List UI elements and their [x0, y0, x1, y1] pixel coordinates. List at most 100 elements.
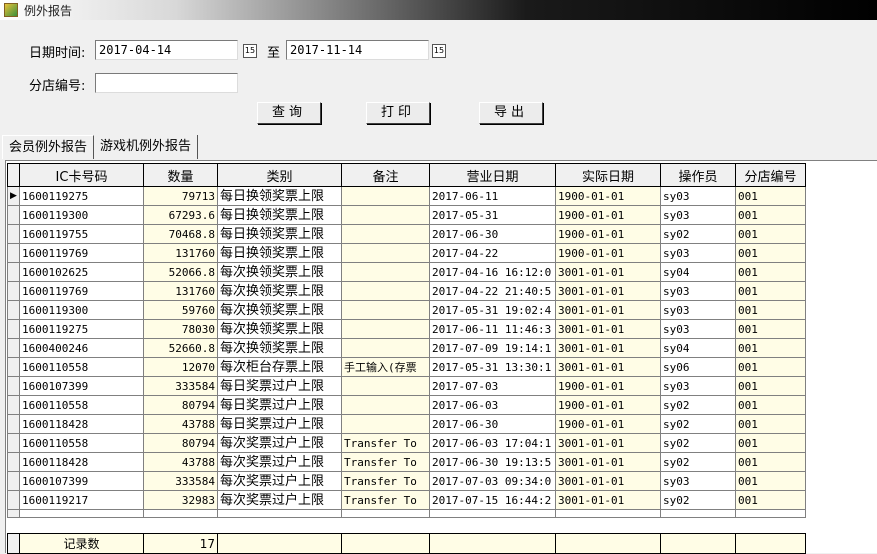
- actual-date-cell[interactable]: 1900-01-01: [555, 243, 661, 263]
- operator-cell[interactable]: sy03: [660, 205, 736, 225]
- table-row[interactable]: 1600119755 70468.8 每日换领奖票上限 2017-06-30 1900-…: [7, 224, 806, 244]
- remark-cell[interactable]: [341, 262, 430, 282]
- category-cell[interactable]: 每次奖票过户上限: [217, 452, 342, 472]
- category-cell[interactable]: 每日换领奖票上限: [217, 243, 342, 263]
- category-cell[interactable]: 每日换领奖票上限: [217, 205, 342, 225]
- operator-cell[interactable]: sy02: [660, 414, 736, 434]
- remark-cell[interactable]: Transfer To: [341, 471, 430, 491]
- branch-cell[interactable]: 001: [735, 262, 806, 282]
- ic-card-cell[interactable]: 1600119300: [19, 300, 144, 320]
- category-cell[interactable]: 每次奖票过户上限: [217, 490, 342, 510]
- remark-cell[interactable]: [341, 395, 430, 415]
- operator-cell[interactable]: sy02: [660, 433, 736, 453]
- branch-field[interactable]: [95, 73, 238, 93]
- remark-cell[interactable]: [341, 414, 430, 434]
- operator-cell[interactable]: sy03: [660, 186, 736, 206]
- row-indicator[interactable]: [7, 414, 20, 434]
- export-button[interactable]: 导出: [479, 102, 543, 124]
- ic-card-cell[interactable]: 1600119769: [19, 281, 144, 301]
- ic-card-cell[interactable]: 1600119769: [19, 243, 144, 263]
- category-cell[interactable]: 每日奖票过户上限: [217, 414, 342, 434]
- quantity-cell[interactable]: 43788: [143, 452, 218, 472]
- actual-date-cell[interactable]: 1900-01-01: [555, 395, 661, 415]
- ic-card-cell[interactable]: 1600119275: [19, 186, 144, 206]
- business-date-cell[interactable]: 2017-05-31 19:02:4: [429, 300, 556, 320]
- row-indicator[interactable]: [7, 376, 20, 396]
- column-header[interactable]: 数量: [143, 163, 218, 187]
- quantity-cell[interactable]: 70468.8: [143, 224, 218, 244]
- ic-card-cell[interactable]: 1600118428: [19, 452, 144, 472]
- branch-cell[interactable]: 001: [735, 452, 806, 472]
- ic-card-cell[interactable]: 1600119217: [19, 490, 144, 510]
- ic-card-cell[interactable]: 1600107399: [19, 471, 144, 491]
- table-row[interactable]: 1600107399 333584 每次奖票过户上限 Transfer To 2017-…: [7, 471, 806, 491]
- quantity-cell[interactable]: 80794: [143, 433, 218, 453]
- category-cell[interactable]: 每次换领奖票上限: [217, 300, 342, 320]
- quantity-cell[interactable]: 333584: [143, 471, 218, 491]
- business-date-cell[interactable]: 2017-06-30: [429, 224, 556, 244]
- operator-cell[interactable]: sy03: [660, 300, 736, 320]
- business-date-cell[interactable]: 2017-07-15 16:44:2: [429, 490, 556, 510]
- table-row[interactable]: 1600119769 131760 每日换领奖票上限 2017-04-22 1900-0…: [7, 243, 806, 263]
- branch-cell[interactable]: 001: [735, 281, 806, 301]
- ic-card-cell[interactable]: 1600119275: [19, 319, 144, 339]
- ic-card-cell[interactable]: 1600110558: [19, 433, 144, 453]
- column-header[interactable]: 营业日期: [429, 163, 556, 187]
- calendar-from-icon[interactable]: 15: [243, 44, 257, 58]
- actual-date-cell[interactable]: 1900-01-01: [555, 205, 661, 225]
- ic-card-cell[interactable]: 1600119755: [19, 224, 144, 244]
- row-indicator[interactable]: [7, 205, 20, 225]
- category-cell[interactable]: 每次换领奖票上限: [217, 262, 342, 282]
- operator-cell[interactable]: sy03: [660, 281, 736, 301]
- category-cell[interactable]: 每次换领奖票上限: [217, 319, 342, 339]
- operator-cell[interactable]: sy03: [660, 471, 736, 491]
- query-button[interactable]: 查询: [257, 102, 321, 124]
- current-row-indicator-icon[interactable]: ▶: [7, 186, 20, 206]
- print-button[interactable]: 打印: [366, 102, 430, 124]
- actual-date-cell[interactable]: 1900-01-01: [555, 186, 661, 206]
- category-cell[interactable]: 每次柜台存票上限: [217, 357, 342, 377]
- category-cell[interactable]: 每日换领奖票上限: [217, 224, 342, 244]
- quantity-cell[interactable]: 131760: [143, 281, 218, 301]
- remark-cell[interactable]: [341, 186, 430, 206]
- business-date-cell[interactable]: 2017-06-11: [429, 186, 556, 206]
- tab-game-machine-exceptions[interactable]: 游戏机例外报告: [94, 135, 199, 159]
- category-cell[interactable]: 每次奖票过户上限: [217, 471, 342, 491]
- operator-cell[interactable]: sy02: [660, 224, 736, 244]
- actual-date-cell[interactable]: 1900-01-01: [555, 376, 661, 396]
- row-indicator[interactable]: [7, 395, 20, 415]
- category-cell[interactable]: 每次奖票过户上限: [217, 433, 342, 453]
- row-indicator[interactable]: [7, 300, 20, 320]
- operator-cell[interactable]: sy02: [660, 490, 736, 510]
- calendar-to-icon[interactable]: 15: [432, 44, 446, 58]
- branch-cell[interactable]: 001: [735, 186, 806, 206]
- branch-cell[interactable]: 001: [735, 357, 806, 377]
- table-row[interactable]: ▶ 1600119275 79713 每日换领奖票上限 2017-06-11 1900-0…: [7, 186, 806, 206]
- column-header[interactable]: 实际日期: [555, 163, 661, 187]
- column-header[interactable]: 分店编号: [735, 163, 806, 187]
- business-date-cell[interactable]: 2017-07-03 09:34:0: [429, 471, 556, 491]
- remark-cell[interactable]: [341, 338, 430, 358]
- operator-cell[interactable]: sy02: [660, 395, 736, 415]
- actual-date-cell[interactable]: 3001-01-01: [555, 433, 661, 453]
- ic-card-cell[interactable]: 1600102625: [19, 262, 144, 282]
- operator-cell[interactable]: sy03: [660, 376, 736, 396]
- table-row[interactable]: 1600119300 59760 每次换领奖票上限 2017-05-31 19:02:…: [7, 300, 806, 320]
- business-date-cell[interactable]: 2017-06-03 17:04:1: [429, 433, 556, 453]
- table-row[interactable]: 1600110558 12070 每次柜台存票上限 手工输入(存票 2017-05-31…: [7, 357, 806, 377]
- quantity-cell[interactable]: 32983: [143, 490, 218, 510]
- operator-cell[interactable]: sy04: [660, 262, 736, 282]
- category-cell[interactable]: 每日换领奖票上限: [217, 186, 342, 206]
- actual-date-cell[interactable]: 3001-01-01: [555, 471, 661, 491]
- tab-member-exceptions[interactable]: 会员例外报告: [2, 135, 95, 159]
- branch-cell[interactable]: 001: [735, 224, 806, 244]
- actual-date-cell[interactable]: 3001-01-01: [555, 357, 661, 377]
- branch-cell[interactable]: 001: [735, 338, 806, 358]
- actual-date-cell[interactable]: 3001-01-01: [555, 490, 661, 510]
- quantity-cell[interactable]: 80794: [143, 395, 218, 415]
- row-indicator[interactable]: [7, 338, 20, 358]
- operator-cell[interactable]: sy04: [660, 338, 736, 358]
- table-row[interactable]: 1600400246 52660.8 每次换领奖票上限 2017-07-09 19:1…: [7, 338, 806, 358]
- quantity-cell[interactable]: 43788: [143, 414, 218, 434]
- table-row[interactable]: 1600119300 67293.6 每日换领奖票上限 2017-05-31 1900-…: [7, 205, 806, 225]
